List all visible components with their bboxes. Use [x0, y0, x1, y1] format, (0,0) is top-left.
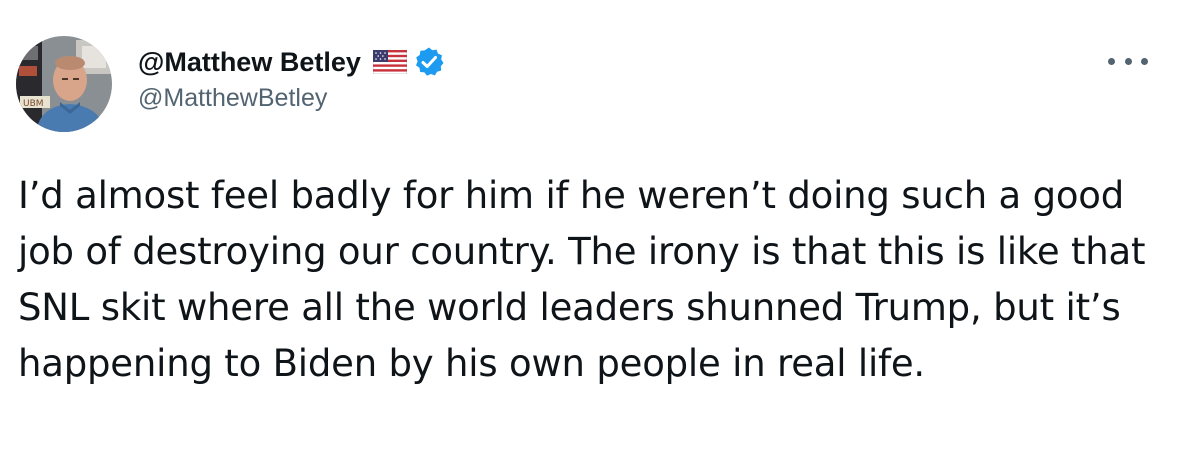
tweet-text: I’d almost feel badly for him if he were…: [18, 174, 1146, 385]
more-options-icon[interactable]: [1108, 46, 1148, 76]
tweet-header: @Matthew Betley @MatthewBetley: [138, 44, 445, 113]
more-dot: [1141, 57, 1148, 65]
more-dot: [1108, 57, 1115, 65]
more-dot: [1124, 57, 1132, 65]
tweet-card: UBM @Matthew Betley @MatthewBetley I’d a…: [0, 0, 1181, 455]
avatar[interactable]: UBM: [16, 36, 112, 132]
avatar-sign-text: UBM: [23, 99, 44, 109]
name-row: @Matthew Betley: [138, 44, 445, 80]
us-flag-icon: [372, 49, 408, 75]
verified-badge-icon: [413, 46, 445, 78]
avatar-photo: UBM: [16, 36, 112, 132]
user-handle[interactable]: @MatthewBetley: [138, 84, 445, 113]
display-name[interactable]: @Matthew Betley: [138, 47, 361, 78]
